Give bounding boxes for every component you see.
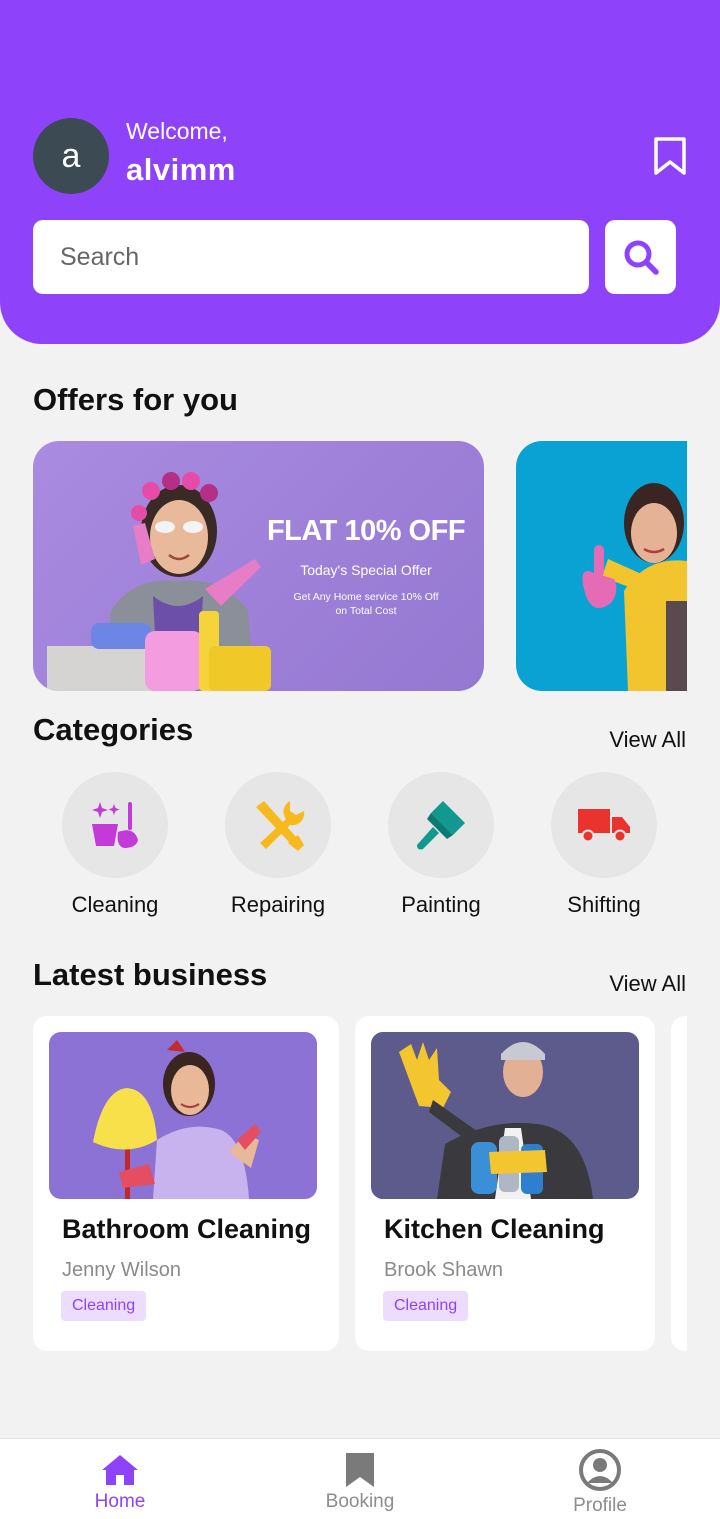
business-photo <box>371 1032 639 1199</box>
welcome-text: Welcome, <box>126 118 228 144</box>
header: a Welcome, alvimm <box>0 0 720 344</box>
category-repairing[interactable]: Repairing <box>213 772 343 918</box>
paint-brush-icon <box>417 801 465 850</box>
categories-view-all-link[interactable]: View All <box>609 727 686 753</box>
nav-label: Profile <box>573 1495 627 1516</box>
category-icon-circle <box>388 772 494 878</box>
business-card-peek[interactable] <box>671 1016 687 1351</box>
user-icon <box>579 1449 621 1491</box>
business-tag: Cleaning <box>61 1291 147 1321</box>
avatar[interactable]: a <box>33 118 109 194</box>
nav-label: Booking <box>325 1491 395 1512</box>
business-tag: Cleaning <box>383 1291 469 1321</box>
bookmark-icon[interactable] <box>652 136 688 176</box>
business-owner: Jenny Wilson <box>62 1259 181 1281</box>
category-painting[interactable]: Painting <box>376 772 506 918</box>
category-label: Painting <box>401 892 481 917</box>
offers-title: Offers for you <box>33 382 238 417</box>
offer-card-2[interactable] <box>516 441 687 691</box>
bookmark-icon <box>346 1453 374 1487</box>
business-image <box>371 1032 639 1199</box>
offer-subtitle: Today's Special Offer <box>300 562 432 578</box>
nav-home[interactable]: Home <box>60 1453 180 1513</box>
username: alvimm <box>126 152 236 187</box>
search-icon <box>624 240 659 275</box>
category-icon-circle <box>551 772 657 878</box>
nav-profile[interactable]: Profile <box>540 1449 660 1517</box>
category-icon-circle <box>225 772 331 878</box>
category-label: Shifting <box>567 892 641 917</box>
search-input[interactable] <box>60 242 589 272</box>
offer-description-line1: Get Any Home service 10% Off <box>293 591 439 603</box>
offer-headline: FLAT 10% OFF <box>266 515 466 547</box>
business-title: Bathroom Cleaning <box>62 1214 312 1244</box>
wrench-screwdriver-icon <box>256 801 305 851</box>
business-title: Kitchen Cleaning <box>384 1214 605 1244</box>
category-label: Cleaning <box>71 892 159 917</box>
latest-business-title: Latest business <box>33 957 268 992</box>
latest-business-view-all-link[interactable]: View All <box>609 971 686 997</box>
offer-text: FLAT 10% OFF Today's Special Offer Get A… <box>266 515 466 618</box>
category-icon-circle <box>62 772 168 878</box>
category-cleaning[interactable]: Cleaning <box>50 772 180 918</box>
business-photo <box>49 1032 317 1199</box>
search-button[interactable] <box>605 220 676 294</box>
offer-description-line2: on Total Cost <box>335 605 397 617</box>
business-owner: Brook Shawn <box>384 1259 503 1281</box>
home-icon <box>102 1455 138 1485</box>
nav-label: Home <box>94 1491 146 1512</box>
categories-title: Categories <box>33 712 194 747</box>
category-shifting[interactable]: Shifting <box>539 772 669 918</box>
cleaning-icon <box>92 802 138 848</box>
search-field[interactable] <box>33 220 589 294</box>
bottom-navigation: Home Booking Profile <box>0 1438 720 1519</box>
offer-photo-2 <box>582 483 687 691</box>
offer-description: Get Any Home service 10% Off on Total Co… <box>266 590 466 618</box>
business-card[interactable]: Kitchen Cleaning Brook Shawn Cleaning <box>355 1016 655 1351</box>
category-label: Repairing <box>230 892 326 917</box>
truck-icon <box>578 809 630 843</box>
nav-booking[interactable]: Booking <box>300 1453 420 1513</box>
business-image <box>49 1032 317 1199</box>
business-card[interactable]: Bathroom Cleaning Jenny Wilson Cleaning <box>33 1016 339 1351</box>
offer-card[interactable]: FLAT 10% OFF Today's Special Offer Get A… <box>33 441 484 691</box>
